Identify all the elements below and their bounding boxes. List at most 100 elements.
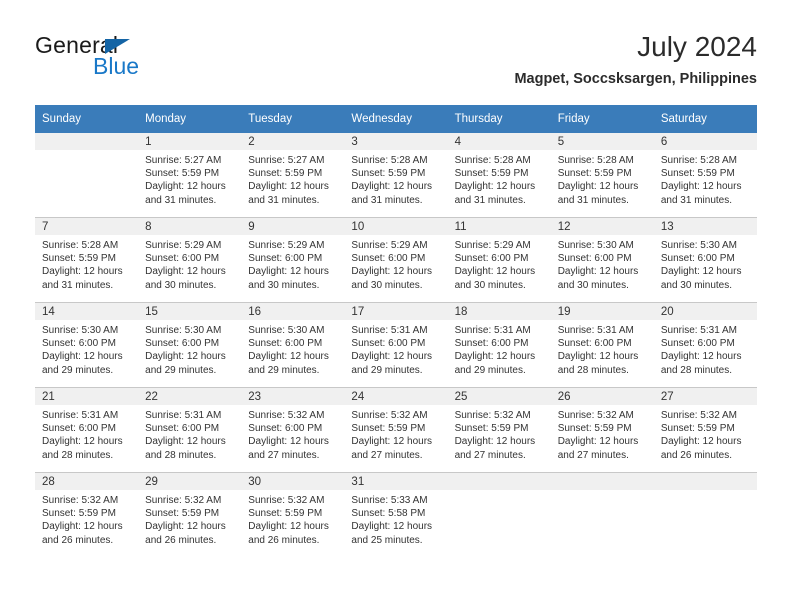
day-number: 4 <box>447 133 551 150</box>
calendar-day-cell[interactable]: 25 Sunrise: 5:32 AM Sunset: 5:59 PM Dayligh… <box>447 387 551 473</box>
sunrise-text: Sunrise: 5:29 AM <box>351 240 428 251</box>
day-cell-inner: 20 Sunrise: 5:31 AM Sunset: 6:00 PM Dayligh… <box>653 303 757 387</box>
sunset-text: Sunset: 6:00 PM <box>248 253 323 265</box>
daylight-line1-text: Daylight: 12 hours <box>454 436 536 448</box>
daylight-line1-text: Daylight: 12 hours <box>351 266 433 278</box>
daylight-line2-text: and 25 minutes. <box>351 534 423 546</box>
day-number: 15 <box>138 303 242 320</box>
calendar-day-cell[interactable]: 31 Sunrise: 5:33 AM Sunset: 5:58 PM Dayligh… <box>344 472 448 557</box>
calendar-day-cell[interactable]: 9 Sunrise: 5:29 AM Sunset: 6:00 PM Daylight… <box>241 217 345 303</box>
sunrise-text: Sunrise: 5:28 AM <box>351 155 428 166</box>
daylight-line1-text: Daylight: 12 hours <box>351 436 433 448</box>
calendar-day-cell[interactable]: 26 Sunrise: 5:32 AM Sunset: 5:59 PM Dayligh… <box>550 387 654 473</box>
day-details: Sunrise: 5:30 AM Sunset: 6:00 PM Daylight:… <box>35 320 138 377</box>
calendar-day-cell[interactable]: 20 Sunrise: 5:31 AM Sunset: 6:00 PM Dayligh… <box>653 302 757 388</box>
daylight-line1-text: Daylight: 12 hours <box>660 181 742 193</box>
day-cell-inner: 5 Sunrise: 5:28 AM Sunset: 5:59 PM Daylight… <box>550 133 654 217</box>
sunrise-text: Sunrise: 5:32 AM <box>248 410 325 421</box>
daylight-line2-text: and 30 minutes. <box>660 279 733 291</box>
daylight-line1-text: Daylight: 12 hours <box>248 351 329 363</box>
calendar-day-cell[interactable]: 24 Sunrise: 5:32 AM Sunset: 5:59 PM Dayligh… <box>344 387 448 473</box>
day-cell-inner <box>550 473 654 557</box>
calendar-day-cell[interactable]: 12 Sunrise: 5:30 AM Sunset: 6:00 PM Dayligh… <box>550 217 654 303</box>
sunrise-text: Sunrise: 5:32 AM <box>145 495 222 506</box>
day-cell-inner: 14 Sunrise: 5:30 AM Sunset: 6:00 PM Dayligh… <box>35 303 139 387</box>
sunset-text: Sunset: 6:00 PM <box>145 253 220 265</box>
calendar-week-row: 7 Sunrise: 5:28 AM Sunset: 5:59 PM Daylight… <box>35 217 757 303</box>
calendar-day-cell[interactable]: 8 Sunrise: 5:29 AM Sunset: 6:00 PM Daylight… <box>138 217 242 303</box>
sunset-text: Sunset: 6:00 PM <box>660 253 735 265</box>
sunset-text: Sunset: 6:00 PM <box>660 338 735 350</box>
day-number <box>653 473 757 490</box>
day-cell-inner: 21 Sunrise: 5:31 AM Sunset: 6:00 PM Dayligh… <box>35 388 139 472</box>
page-title: July 2024 <box>637 31 757 62</box>
day-number: 5 <box>550 133 654 150</box>
sunset-text: Sunset: 5:58 PM <box>351 508 426 520</box>
calendar-day-cell[interactable]: 5 Sunrise: 5:28 AM Sunset: 5:59 PM Daylight… <box>550 133 654 218</box>
sunset-text: Sunset: 6:00 PM <box>248 338 323 350</box>
calendar-day-cell[interactable]: 2 Sunrise: 5:27 AM Sunset: 5:59 PM Daylight… <box>241 133 345 218</box>
calendar-day-cell[interactable]: 17 Sunrise: 5:31 AM Sunset: 6:00 PM Dayligh… <box>344 302 448 388</box>
sunset-text: Sunset: 6:00 PM <box>557 338 632 350</box>
calendar-day-cell[interactable]: 1 Sunrise: 5:27 AM Sunset: 5:59 PM Daylight… <box>138 133 242 218</box>
daylight-line1-text: Daylight: 12 hours <box>145 436 226 448</box>
calendar-day-cell[interactable]: 4 Sunrise: 5:28 AM Sunset: 5:59 PM Daylight… <box>447 133 551 218</box>
calendar-day-cell[interactable]: 23 Sunrise: 5:32 AM Sunset: 6:00 PM Dayligh… <box>241 387 345 473</box>
day-details: Sunrise: 5:29 AM Sunset: 6:00 PM Daylight:… <box>138 235 241 292</box>
calendar-day-cell[interactable]: 19 Sunrise: 5:31 AM Sunset: 6:00 PM Dayligh… <box>550 302 654 388</box>
sunrise-text: Sunrise: 5:32 AM <box>248 495 325 506</box>
general-blue-logo[interactable]: General Blue <box>35 30 295 90</box>
day-cell-inner: 26 Sunrise: 5:32 AM Sunset: 5:59 PM Dayligh… <box>550 388 654 472</box>
sunset-text: Sunset: 5:59 PM <box>42 253 116 265</box>
daylight-line1-text: Daylight: 12 hours <box>248 436 329 448</box>
calendar-day-cell[interactable]: 27 Sunrise: 5:32 AM Sunset: 5:59 PM Dayligh… <box>653 387 757 473</box>
sunset-text: Sunset: 6:00 PM <box>248 423 323 435</box>
daylight-line2-text: and 28 minutes. <box>145 449 217 461</box>
calendar-day-cell[interactable]: 6 Sunrise: 5:28 AM Sunset: 5:59 PM Daylight… <box>653 133 757 218</box>
sunset-text: Sunset: 6:00 PM <box>145 423 220 435</box>
sunset-text: Sunset: 6:00 PM <box>557 253 632 265</box>
sunrise-text: Sunrise: 5:32 AM <box>454 410 531 421</box>
day-details: Sunrise: 5:32 AM Sunset: 5:59 PM Daylight:… <box>448 405 551 462</box>
calendar-day-cell[interactable]: 30 Sunrise: 5:32 AM Sunset: 5:59 PM Dayligh… <box>241 472 345 557</box>
calendar-day-cell[interactable]: 3 Sunrise: 5:28 AM Sunset: 5:59 PM Daylight… <box>344 133 448 218</box>
day-number: 22 <box>138 388 242 405</box>
calendar-day-cell[interactable]: 16 Sunrise: 5:30 AM Sunset: 6:00 PM Dayligh… <box>241 302 345 388</box>
day-cell-inner <box>447 473 551 557</box>
calendar-day-cell[interactable]: 14 Sunrise: 5:30 AM Sunset: 6:00 PM Dayligh… <box>35 302 139 388</box>
day-details: Sunrise: 5:32 AM Sunset: 6:00 PM Daylight:… <box>241 405 344 462</box>
calendar-day-cell[interactable]: 7 Sunrise: 5:28 AM Sunset: 5:59 PM Daylight… <box>35 217 139 303</box>
day-details: Sunrise: 5:27 AM Sunset: 5:59 PM Daylight:… <box>138 150 241 207</box>
calendar-day-cell[interactable]: 29 Sunrise: 5:32 AM Sunset: 5:59 PM Dayligh… <box>138 472 242 557</box>
calendar-week-row: 21 Sunrise: 5:31 AM Sunset: 6:00 PM Dayligh… <box>35 387 757 473</box>
calendar-day-cell[interactable]: 21 Sunrise: 5:31 AM Sunset: 6:00 PM Dayligh… <box>35 387 139 473</box>
sunrise-text: Sunrise: 5:30 AM <box>42 325 119 336</box>
calendar-day-cell[interactable]: 15 Sunrise: 5:30 AM Sunset: 6:00 PM Dayligh… <box>138 302 242 388</box>
day-cell-inner: 1 Sunrise: 5:27 AM Sunset: 5:59 PM Daylight… <box>138 133 242 217</box>
day-details: Sunrise: 5:31 AM Sunset: 6:00 PM Daylight:… <box>551 320 654 377</box>
day-number: 21 <box>35 388 139 405</box>
sunrise-text: Sunrise: 5:31 AM <box>660 325 737 336</box>
sunset-text: Sunset: 5:59 PM <box>42 508 116 520</box>
calendar-cell-empty <box>447 472 551 557</box>
sunset-text: Sunset: 5:59 PM <box>248 508 323 520</box>
daylight-line1-text: Daylight: 12 hours <box>42 436 123 448</box>
day-cell-inner: 28 Sunrise: 5:32 AM Sunset: 5:59 PM Dayligh… <box>35 473 139 557</box>
day-number: 6 <box>653 133 757 150</box>
daylight-line1-text: Daylight: 12 hours <box>145 521 226 533</box>
calendar-day-cell[interactable]: 18 Sunrise: 5:31 AM Sunset: 6:00 PM Dayligh… <box>447 302 551 388</box>
calendar-day-cell[interactable]: 28 Sunrise: 5:32 AM Sunset: 5:59 PM Dayligh… <box>35 472 139 557</box>
daylight-line2-text: and 28 minutes. <box>660 364 733 376</box>
daylight-line1-text: Daylight: 12 hours <box>351 351 433 363</box>
calendar-day-cell[interactable]: 22 Sunrise: 5:31 AM Sunset: 6:00 PM Dayligh… <box>138 387 242 473</box>
daylight-line2-text: and 31 minutes. <box>454 194 526 206</box>
sunrise-text: Sunrise: 5:31 AM <box>454 325 531 336</box>
daylight-line1-text: Daylight: 12 hours <box>557 351 639 363</box>
calendar-day-cell[interactable]: 10 Sunrise: 5:29 AM Sunset: 6:00 PM Dayligh… <box>344 217 448 303</box>
day-details: Sunrise: 5:29 AM Sunset: 6:00 PM Daylight:… <box>241 235 344 292</box>
day-cell-inner: 18 Sunrise: 5:31 AM Sunset: 6:00 PM Dayligh… <box>447 303 551 387</box>
calendar-day-cell[interactable]: 11 Sunrise: 5:29 AM Sunset: 6:00 PM Dayligh… <box>447 217 551 303</box>
sunset-text: Sunset: 5:59 PM <box>145 168 220 180</box>
page-header: General Blue July 2024 Magpet, Soccsksar… <box>35 30 757 98</box>
calendar-day-cell[interactable]: 13 Sunrise: 5:30 AM Sunset: 6:00 PM Dayligh… <box>653 217 757 303</box>
